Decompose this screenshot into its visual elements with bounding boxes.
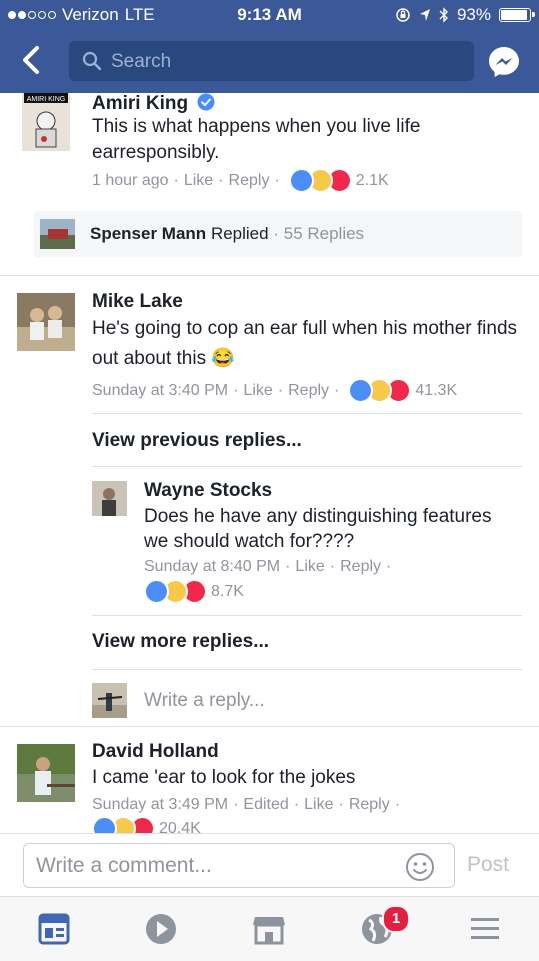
reply-link[interactable]: Reply bbox=[349, 796, 390, 814]
replies-summary[interactable]: Spenser Mann Replied · 55 Replies bbox=[34, 211, 522, 257]
tab-video[interactable] bbox=[141, 911, 181, 947]
bottom-tab-bar: 1 bbox=[0, 896, 539, 961]
notification-badge: 1 bbox=[382, 905, 410, 933]
avatar bbox=[40, 219, 75, 249]
comment-meta: 1 hour ago · Like · Reply · 2.1K bbox=[92, 168, 389, 193]
divider bbox=[0, 275, 539, 276]
write-comment-input[interactable]: Write a comment... bbox=[23, 843, 455, 888]
divider bbox=[0, 726, 539, 727]
post-button[interactable]: Post bbox=[467, 853, 509, 877]
tears-of-joy-emoji: 😂 bbox=[211, 348, 236, 369]
location-icon bbox=[419, 9, 430, 21]
svg-text:AMIRI KING: AMIRI KING bbox=[27, 96, 66, 103]
comment-composer: Write a comment... Post bbox=[0, 833, 539, 897]
avatar[interactable] bbox=[92, 481, 127, 516]
tab-menu[interactable] bbox=[465, 911, 505, 947]
reaction-count: 41.3K bbox=[415, 381, 458, 399]
messenger-icon bbox=[489, 47, 519, 77]
reaction-count: 2.1K bbox=[355, 171, 389, 189]
news-feed-icon bbox=[38, 913, 70, 945]
reply-link[interactable]: Reply bbox=[340, 558, 381, 576]
replied-label: Replied bbox=[210, 224, 269, 243]
divider bbox=[92, 669, 522, 670]
comment-meta: Sunday at 3:49 PM · Edited · Like · Reply · bbox=[92, 796, 401, 814]
reply-text: Does he have any distinguishing features… bbox=[144, 506, 492, 552]
like-link[interactable]: Like bbox=[184, 172, 213, 190]
messenger-button[interactable] bbox=[486, 44, 522, 80]
reactions-summary[interactable]: 41.3K bbox=[348, 378, 457, 403]
battery-icon bbox=[499, 8, 535, 22]
battery-percent: 93% bbox=[456, 5, 491, 24]
like-link[interactable]: Like bbox=[243, 382, 272, 400]
avatar[interactable] bbox=[17, 744, 75, 802]
marketplace-icon bbox=[253, 917, 285, 945]
avatar[interactable]: AMIRI KING bbox=[22, 93, 70, 151]
divider bbox=[92, 466, 522, 467]
comment-text: He's going to cop an ear full when his m… bbox=[92, 318, 518, 369]
chevron-left-icon bbox=[23, 46, 39, 74]
like-reaction-icon bbox=[288, 168, 314, 193]
tab-marketplace[interactable] bbox=[249, 911, 289, 947]
tab-notifications[interactable]: 1 bbox=[357, 905, 410, 947]
view-previous-replies-link[interactable]: View previous replies... bbox=[92, 430, 302, 452]
comment-text: This is what happens when you live life … bbox=[92, 116, 421, 163]
like-link[interactable]: Like bbox=[304, 796, 333, 814]
comment-time[interactable]: 1 hour ago bbox=[92, 172, 169, 190]
search-placeholder: Search bbox=[111, 51, 172, 72]
comment-meta: Sunday at 3:40 PM · Like · Reply · 41.3K bbox=[92, 378, 457, 403]
reaction-count: 8.7K bbox=[211, 582, 244, 600]
avatar bbox=[92, 683, 127, 718]
divider bbox=[92, 413, 522, 414]
comment-placeholder: Write a comment... bbox=[36, 854, 212, 877]
menu-icon bbox=[471, 918, 499, 939]
replier-name: Spenser Mann bbox=[90, 224, 207, 243]
edited-label[interactable]: Edited bbox=[243, 796, 288, 814]
tab-news-feed[interactable] bbox=[34, 911, 74, 947]
reply-time[interactable]: Sunday at 8:40 PM bbox=[144, 558, 280, 576]
search-icon bbox=[82, 51, 102, 71]
comments-feed: AMIRI KING Amiri King This is what happe… bbox=[0, 93, 539, 833]
reactions-summary[interactable]: 8.7K bbox=[144, 579, 244, 604]
comment-author[interactable]: Amiri King bbox=[92, 93, 215, 115]
comment-author[interactable]: David Holland bbox=[92, 741, 219, 763]
reaction-count: 20.4K bbox=[159, 819, 201, 834]
search-input[interactable]: Search bbox=[69, 41, 474, 81]
divider bbox=[92, 615, 522, 616]
reply-author[interactable]: Wayne Stocks bbox=[144, 480, 272, 502]
reply-link[interactable]: Reply bbox=[288, 382, 329, 400]
like-reaction-icon bbox=[92, 816, 117, 833]
video-icon bbox=[146, 914, 176, 944]
view-more-replies-link[interactable]: View more replies... bbox=[92, 631, 269, 653]
reply-link[interactable]: Reply bbox=[229, 172, 270, 190]
reactions-summary[interactable]: 20.4K bbox=[92, 816, 201, 833]
comment-author[interactable]: Mike Lake bbox=[92, 291, 183, 313]
comment-time[interactable]: Sunday at 3:49 PM bbox=[92, 796, 228, 814]
verified-badge-icon bbox=[197, 93, 215, 111]
rotation-lock-icon bbox=[396, 8, 410, 22]
back-button[interactable] bbox=[14, 42, 50, 78]
replies-count: 55 Replies bbox=[283, 224, 365, 243]
reply-meta: Sunday at 8:40 PM · Like · Reply · bbox=[144, 558, 392, 576]
like-link[interactable]: Like bbox=[295, 558, 324, 576]
bluetooth-icon bbox=[439, 7, 448, 23]
sticker-smile-icon[interactable] bbox=[405, 852, 435, 882]
comment-text: I came 'ear to look for the jokes bbox=[92, 767, 356, 788]
like-reaction-icon bbox=[144, 579, 169, 604]
top-header: Verizon LTE 9:13 AM 93% Search bbox=[0, 0, 539, 93]
status-bar: Verizon LTE 9:13 AM 93% bbox=[0, 0, 539, 30]
write-reply-input[interactable]: Write a reply... bbox=[144, 690, 265, 712]
comment-time[interactable]: Sunday at 3:40 PM bbox=[92, 382, 228, 400]
avatar[interactable] bbox=[17, 293, 75, 351]
reactions-summary[interactable]: 2.1K bbox=[288, 168, 389, 193]
